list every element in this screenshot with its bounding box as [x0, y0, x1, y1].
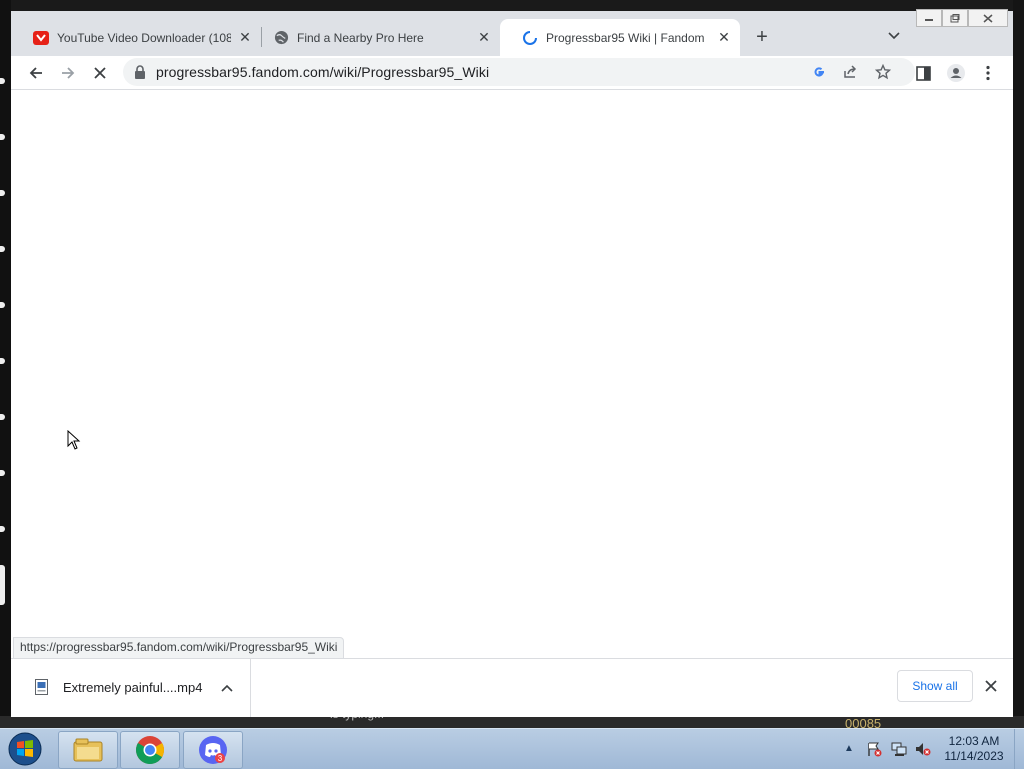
background-dot — [0, 470, 5, 476]
download-filename: Extremely painful....mp4 — [63, 680, 203, 695]
background-dot — [0, 358, 5, 364]
tab-title: YouTube Video Downloader (108 — [57, 30, 231, 45]
side-panel-icon — [915, 65, 931, 81]
desktop-background-top — [0, 0, 1024, 11]
tab-progressbar95-wiki[interactable]: Progressbar95 Wiki | Fandom ✕ — [500, 19, 740, 56]
address-bar[interactable]: progressbar95.fandom.com/wiki/Progressba… — [123, 58, 915, 86]
background-dot — [0, 246, 5, 252]
side-panel-button[interactable] — [910, 60, 936, 86]
system-clock[interactable]: 12:03 AM 11/14/2023 — [936, 734, 1012, 764]
close-download-shelf-button[interactable] — [981, 676, 1001, 696]
tab-find-a-nearby-pro[interactable]: Find a Nearby Pro Here ✕ — [251, 19, 500, 56]
close-window-button[interactable] — [968, 9, 1008, 27]
tab-close-icon[interactable]: ✕ — [716, 29, 732, 46]
video-file-icon — [35, 679, 48, 695]
restore-icon — [950, 13, 960, 22]
share-icon[interactable] — [841, 62, 861, 82]
google-lens-icon[interactable] — [809, 62, 829, 82]
desktop-background-left — [0, 0, 11, 728]
loading-spinner-icon — [522, 30, 538, 46]
discord-icon: 3 — [199, 736, 227, 764]
background-dot — [0, 78, 5, 84]
browser-window: YouTube Video Downloader (108 ✕ Find a N… — [11, 9, 1013, 717]
background-dot — [0, 414, 5, 420]
tab-youtube-downloader[interactable]: YouTube Video Downloader (108 ✕ — [11, 19, 261, 56]
show-hidden-icons-button[interactable]: ▲ — [844, 743, 854, 754]
show-desktop-button[interactable] — [1014, 729, 1024, 769]
taskbar-discord[interactable]: 3 — [183, 731, 243, 769]
taskbar-chrome[interactable] — [120, 731, 180, 769]
restore-button[interactable] — [942, 9, 968, 27]
background-dot — [0, 134, 5, 140]
volume-muted-icon[interactable] — [915, 741, 931, 757]
tab-strip: YouTube Video Downloader (108 ✕ Find a N… — [11, 9, 1013, 56]
download-options-button[interactable] — [217, 678, 237, 698]
minimize-button[interactable] — [916, 9, 942, 27]
background-dot — [0, 526, 5, 532]
status-bar-url: https://progressbar95.fandom.com/wiki/Pr… — [13, 637, 345, 659]
show-all-downloads-button[interactable]: Show all — [897, 670, 973, 702]
close-icon — [983, 13, 993, 23]
new-tab-button[interactable]: + — [751, 26, 773, 48]
taskbar: 3 ▲ 12:03 AM 11/14/2023 — [0, 728, 1024, 769]
globe-icon — [273, 30, 289, 46]
folder-icon — [73, 738, 103, 762]
desktop-background-right — [1013, 0, 1024, 728]
start-button[interactable] — [5, 730, 45, 768]
more-vertical-icon — [986, 65, 990, 81]
arrow-left-icon — [29, 67, 42, 79]
chevron-up-icon — [221, 684, 233, 692]
tab-title: Find a Nearby Pro Here — [297, 30, 424, 45]
bookmark-star-icon[interactable] — [873, 62, 893, 82]
close-icon — [985, 680, 997, 692]
windows-start-icon — [8, 732, 42, 766]
menu-button[interactable] — [975, 60, 1001, 86]
browser-toolbar: progressbar95.fandom.com/wiki/Progressba… — [11, 56, 1013, 90]
address-url: progressbar95.fandom.com/wiki/Progressba… — [156, 64, 490, 80]
stop-loading-button[interactable] — [87, 60, 113, 86]
forward-button[interactable] — [55, 60, 81, 86]
background-bar — [0, 565, 5, 605]
lock-icon — [135, 65, 145, 79]
background-dot — [0, 302, 5, 308]
tab-search-button[interactable] — [885, 26, 903, 46]
profile-button[interactable] — [943, 60, 969, 86]
download-item[interactable]: Extremely painful....mp4 — [11, 659, 251, 717]
mouse-cursor-icon — [67, 430, 81, 450]
page-content[interactable]: https://progressbar95.fandom.com/wiki/Pr… — [11, 90, 1013, 659]
download-shelf: Extremely painful....mp4 Show all — [11, 658, 1013, 717]
tab-close-icon[interactable]: ✕ — [476, 29, 492, 46]
minimize-icon — [925, 19, 933, 21]
background-dot — [0, 190, 5, 196]
chrome-icon — [136, 736, 164, 764]
stop-icon — [94, 67, 106, 79]
tab-title: Progressbar95 Wiki | Fandom — [546, 30, 705, 45]
clock-time: 12:03 AM — [948, 734, 1000, 748]
network-icon[interactable] — [891, 741, 907, 757]
flag-action-center-icon[interactable] — [866, 741, 882, 757]
arrow-right-icon — [62, 67, 75, 79]
clock-date: 11/14/2023 — [944, 749, 1004, 763]
avatar-icon — [947, 64, 965, 82]
chevron-down-icon — [888, 32, 900, 40]
taskbar-file-explorer[interactable] — [58, 731, 118, 769]
discord-badge-count: 3 — [218, 754, 223, 763]
youtube-downloader-icon — [33, 30, 49, 46]
back-button[interactable] — [23, 60, 49, 86]
